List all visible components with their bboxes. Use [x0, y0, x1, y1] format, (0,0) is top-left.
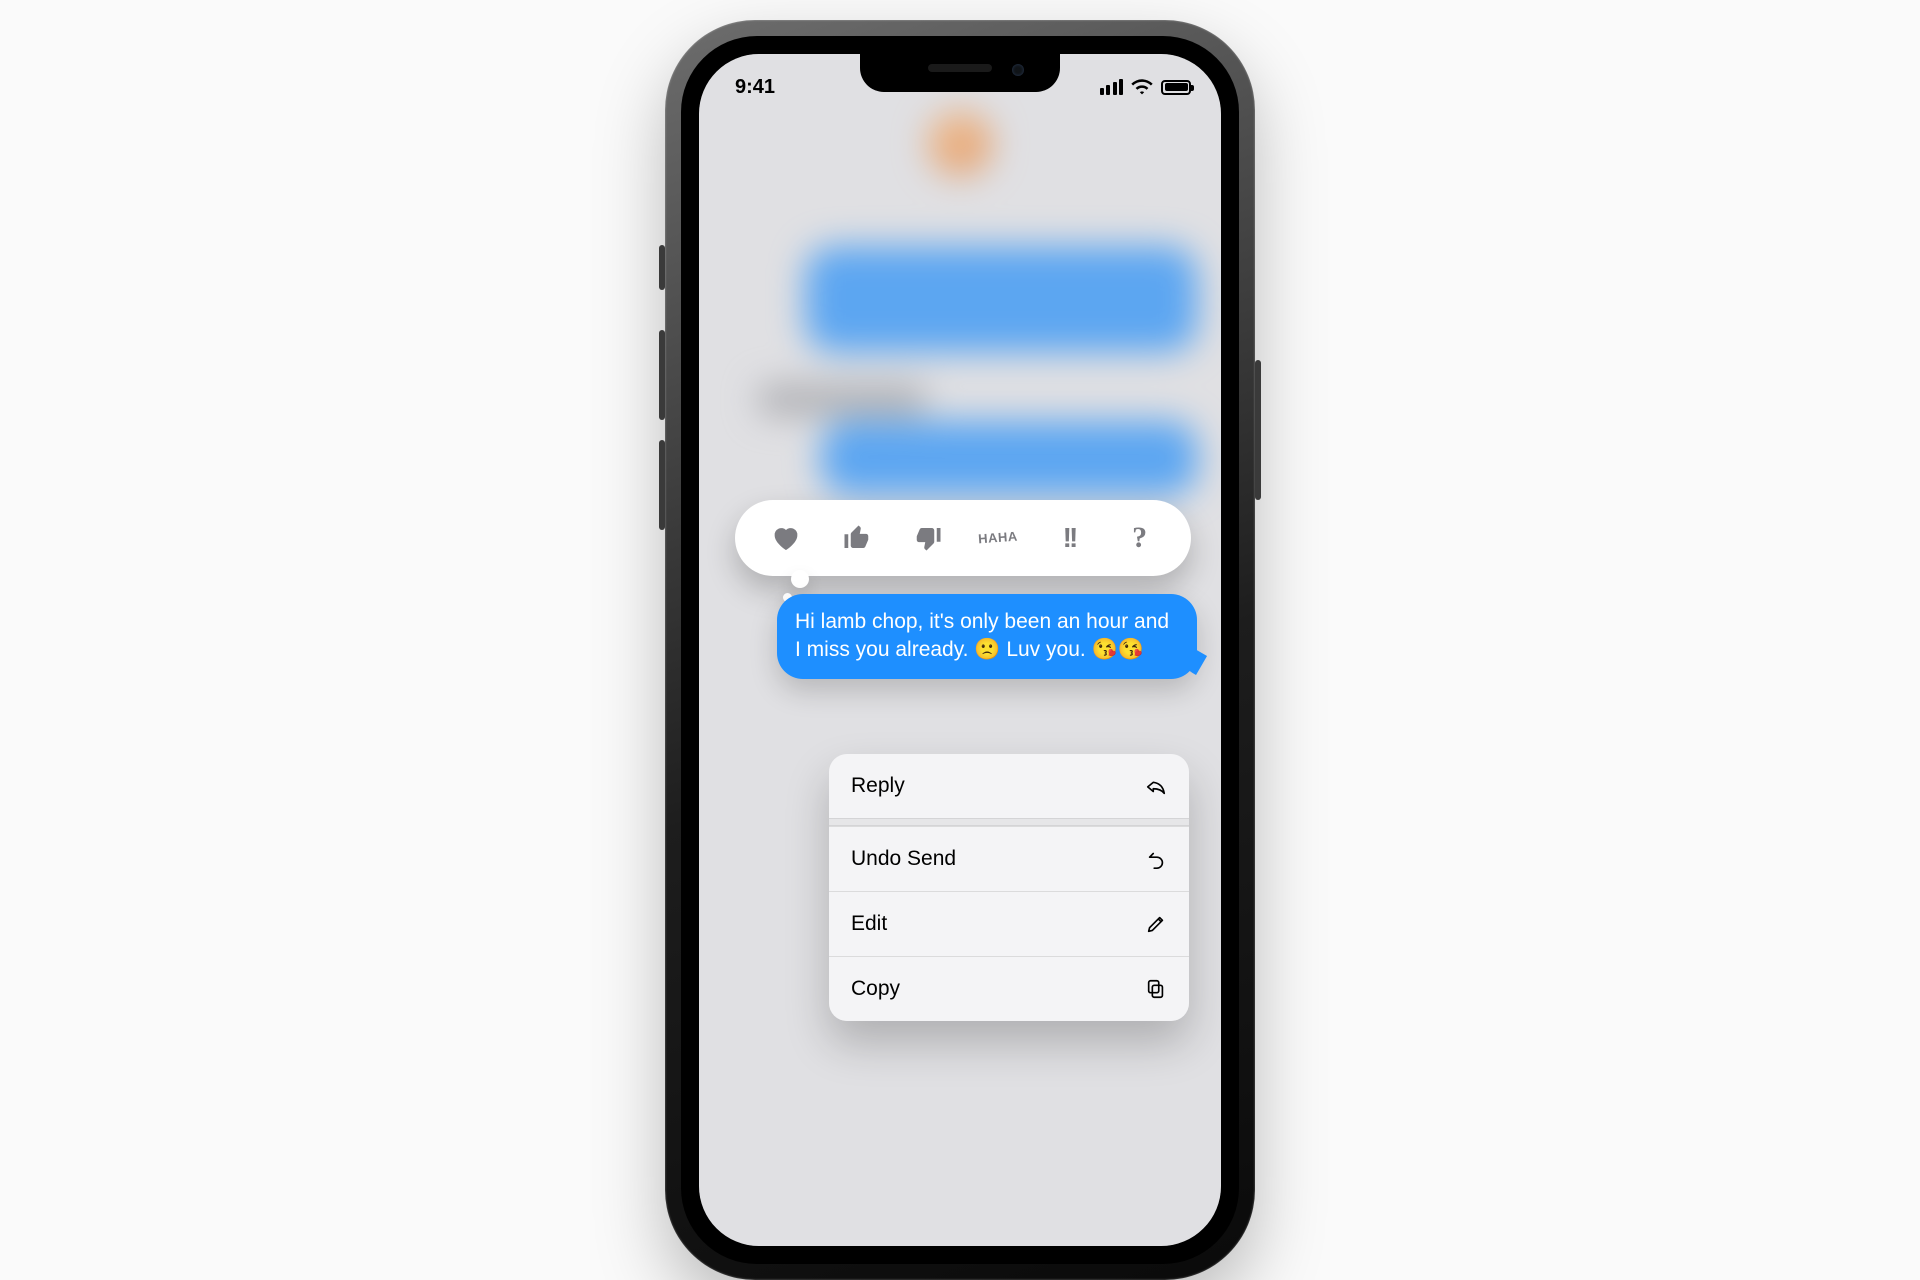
tapback-emphasize[interactable]: !! — [1047, 516, 1091, 560]
tapback-like[interactable] — [835, 516, 879, 560]
wifi-icon — [1131, 79, 1153, 95]
iphone-frame: 9:41 — [665, 20, 1255, 1280]
display-notch — [860, 54, 1060, 92]
menu-item-reply[interactable]: Reply — [829, 754, 1189, 818]
menu-label: Copy — [851, 977, 900, 1001]
cellular-signal-icon — [1100, 79, 1124, 95]
tapback-haha[interactable]: HA HA — [975, 515, 1022, 562]
menu-item-copy[interactable]: Copy — [829, 956, 1189, 1021]
menu-separator — [829, 818, 1189, 826]
undo-icon — [1145, 848, 1167, 870]
pencil-icon — [1145, 913, 1167, 935]
status-right-cluster — [1100, 79, 1192, 95]
phone-bezel: 9:41 — [681, 36, 1239, 1264]
menu-item-edit[interactable]: Edit — [829, 891, 1189, 956]
menu-label: Edit — [851, 912, 887, 936]
menu-label: Undo Send — [851, 847, 956, 871]
message-context-menu: Reply Undo Send Edit Copy — [829, 754, 1189, 1021]
volume-down-button — [659, 440, 665, 530]
tapback-bar: HA HA !! ? — [735, 500, 1191, 576]
message-action-overlay: HA HA !! ? Hi lamb chop, it's only been … — [699, 54, 1221, 1246]
battery-icon — [1161, 80, 1191, 95]
haha-text-top: HA — [978, 532, 999, 545]
focused-message-bubble[interactable]: Hi lamb chop, it's only been an hour and… — [777, 594, 1197, 679]
double-exclamation-icon: !! — [1063, 522, 1076, 554]
question-mark-icon: ? — [1132, 521, 1147, 555]
tapback-question[interactable]: ? — [1118, 516, 1162, 560]
message-text: Hi lamb chop, it's only been an hour and… — [795, 608, 1179, 665]
volume-up-button — [659, 330, 665, 420]
tapback-tail-dot — [791, 570, 809, 588]
menu-label: Reply — [851, 774, 905, 798]
heart-icon — [770, 522, 802, 554]
side-button — [1255, 360, 1261, 500]
reply-arrow-icon — [1145, 775, 1167, 797]
front-camera — [1012, 64, 1024, 76]
bubble-tail — [1177, 645, 1207, 675]
mute-switch — [659, 245, 665, 290]
tapback-heart[interactable] — [764, 516, 808, 560]
tapback-dislike[interactable] — [906, 516, 950, 560]
thumbs-down-icon — [913, 523, 943, 553]
phone-screen: 9:41 — [699, 54, 1221, 1246]
thumbs-up-icon — [842, 523, 872, 553]
earpiece-speaker — [928, 64, 992, 72]
copy-icon — [1145, 978, 1167, 1000]
status-time: 9:41 — [735, 76, 775, 99]
menu-item-undo-send[interactable]: Undo Send — [829, 826, 1189, 891]
haha-text-bot: HA — [998, 531, 1019, 544]
